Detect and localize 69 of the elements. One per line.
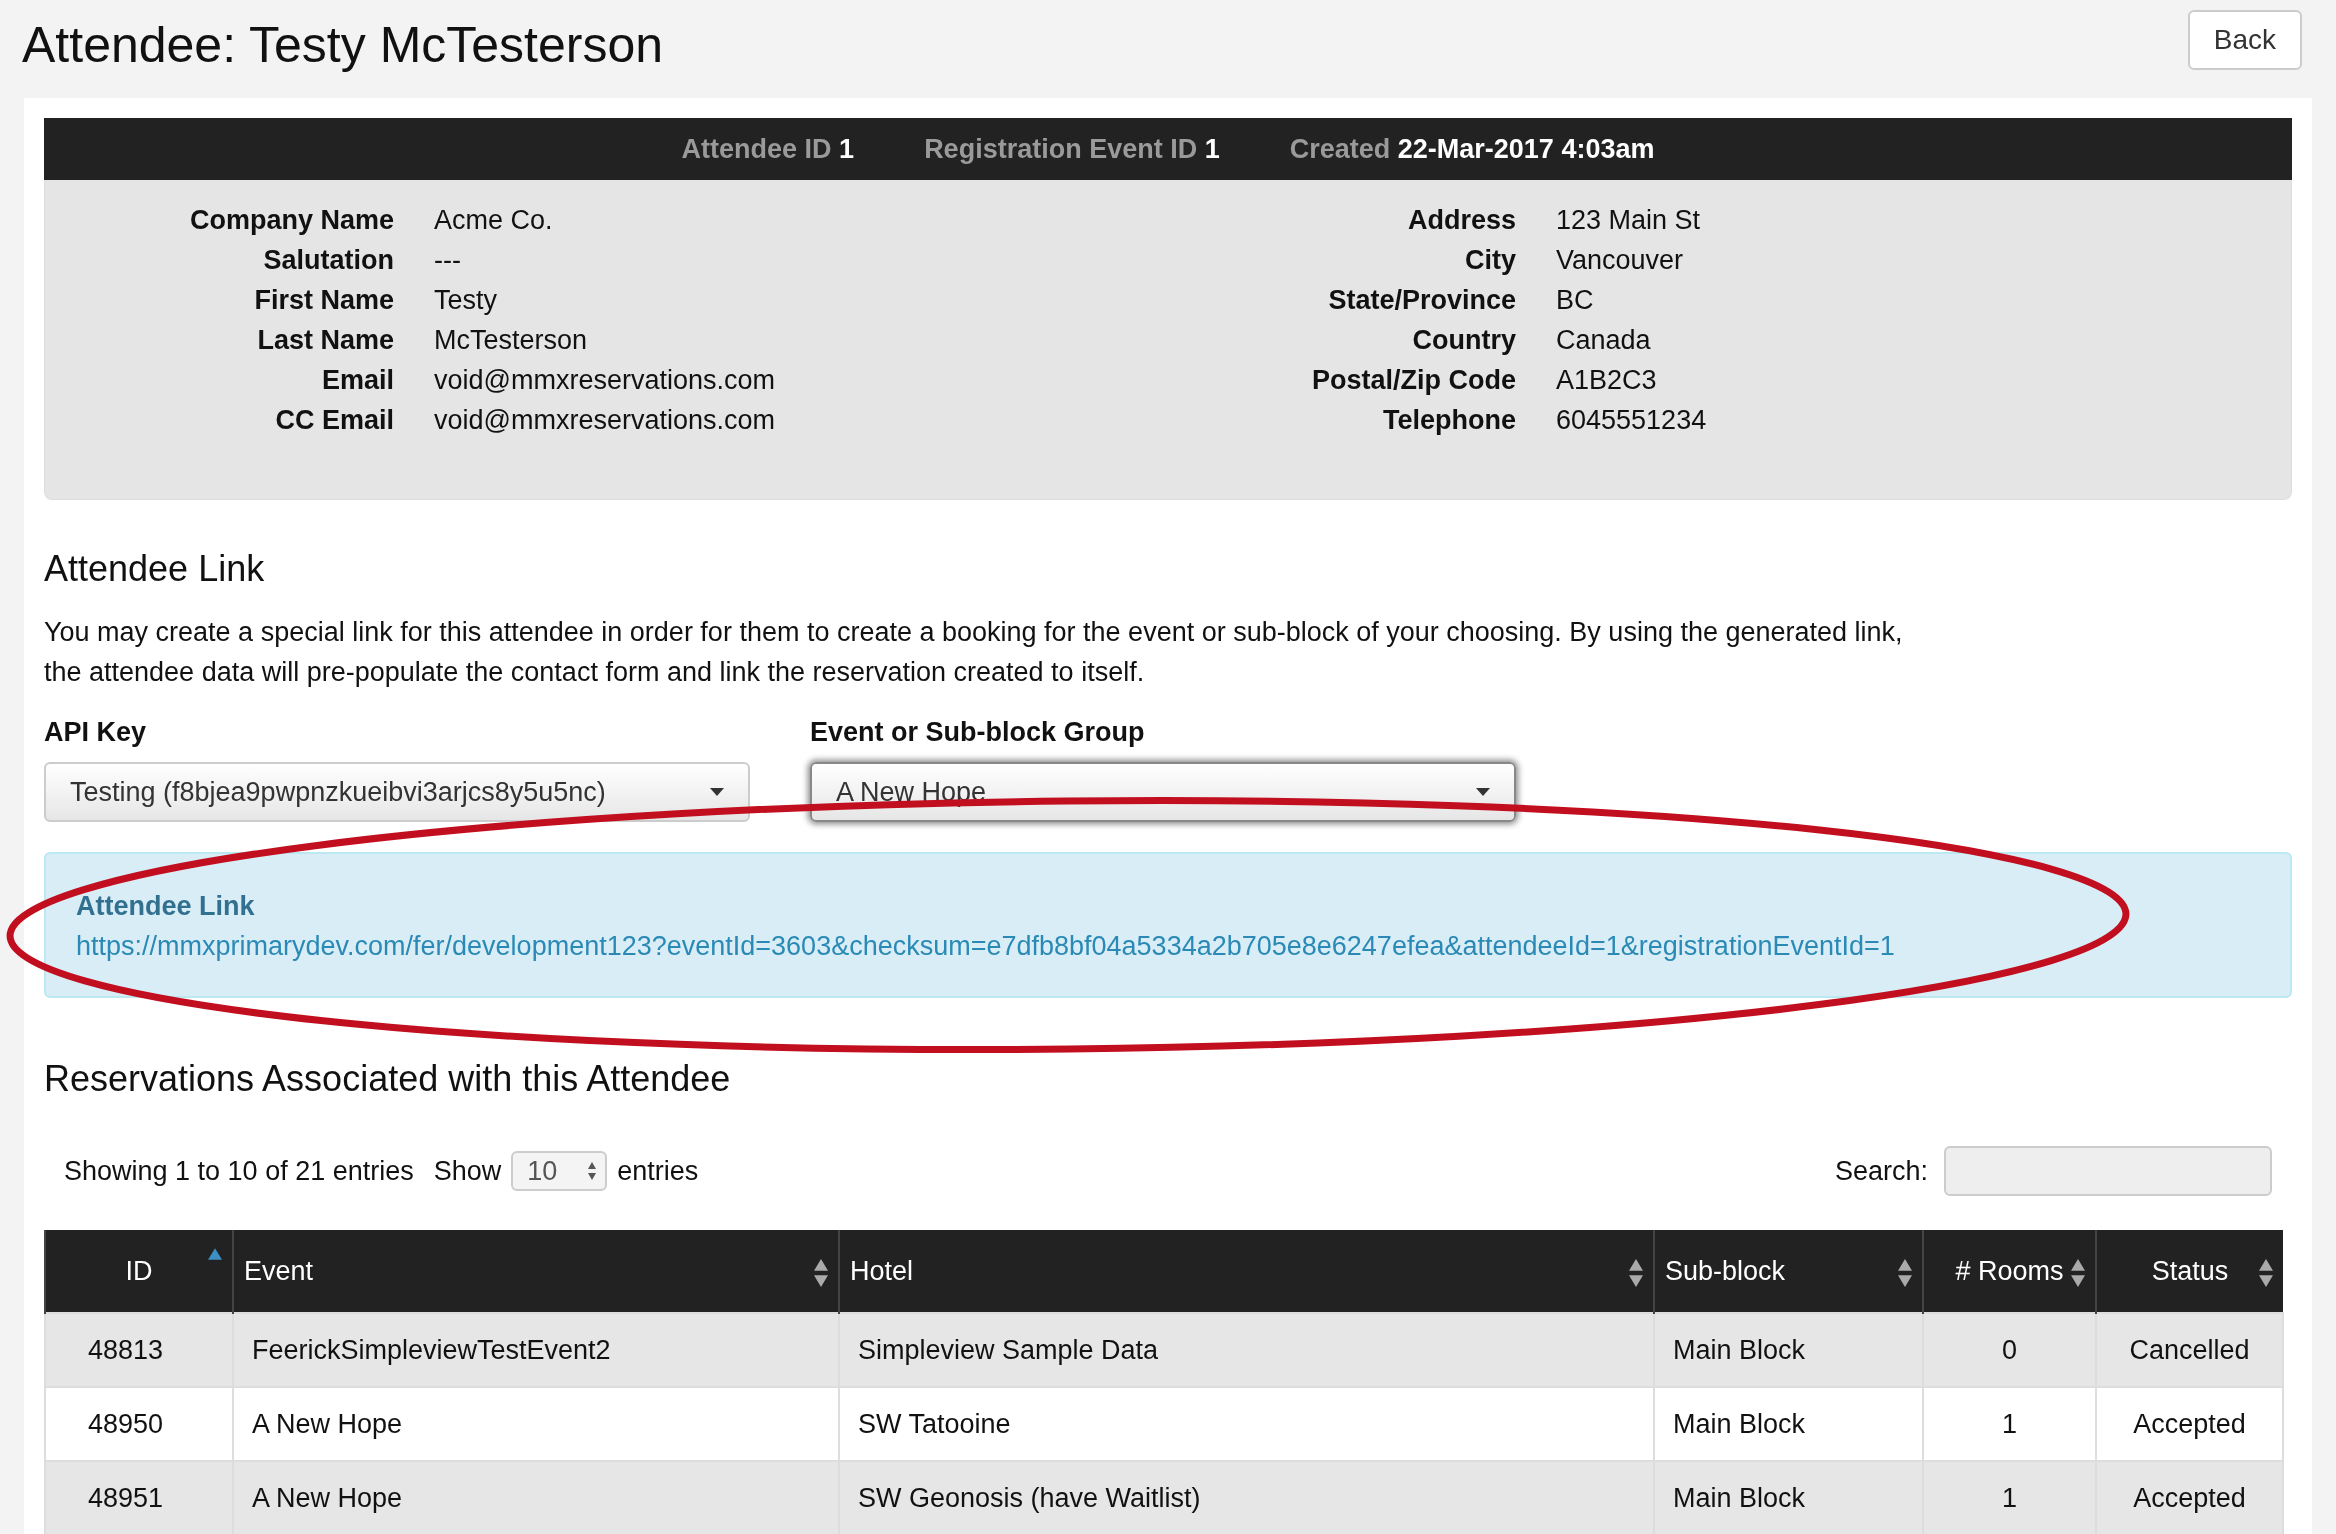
field-value: void@mmxreservations.com (434, 364, 776, 397)
table-cell: 1 (1923, 1387, 2096, 1461)
field-label: Postal/Zip Code (1310, 364, 1516, 397)
field-label: CC Email (274, 404, 394, 437)
select-label: Event or Sub-block Group (810, 716, 1146, 749)
description-text: You may create a special link for this attendee in order for them to create a booking for the event or sub-block of your choosing. By using the generated link, the attendee data will pre-populate the contact form and link the reservation created to itself. (44, 616, 1904, 689)
table-cell: 48951 (45, 1461, 233, 1534)
table-cell: 0 (1923, 1313, 2096, 1387)
spinner-icon (587, 1161, 598, 1181)
table-cell: 48813 (45, 1313, 233, 1387)
table-cell: Cancelled (2096, 1313, 2283, 1387)
column-header[interactable]: Status (2096, 1230, 2283, 1313)
table-cell: Main Block (1654, 1313, 1923, 1387)
table-cell: 1 (1923, 1461, 2096, 1534)
alert-title: Attendee Link (76, 890, 255, 923)
summary-item: Registration Event ID 1 (924, 133, 1220, 165)
field-value: Vancouver (1556, 244, 1685, 277)
summary-item: Attendee ID 1 (681, 133, 855, 165)
entries-info: Showing 1 to 10 of 21 entries (64, 1155, 414, 1187)
dropdown-select[interactable]: Testing (f8bjea9pwpnzkueibvi3arjcs8y5u5nc) (44, 762, 750, 822)
column-header[interactable]: Event (233, 1230, 839, 1313)
table-cell: Accepted (2096, 1387, 2283, 1461)
section-heading: Attendee Link (44, 547, 266, 591)
table-cell: Simpleview Sample Data (839, 1313, 1654, 1387)
field-label: Salutation (262, 244, 394, 277)
caret-icon (710, 788, 724, 796)
field-value: 123 Main St (1556, 204, 1702, 237)
field-label: Email (320, 364, 394, 397)
column-header[interactable]: Sub-block (1654, 1230, 1923, 1313)
show-label: Show (433, 1155, 502, 1187)
page-size-select[interactable]: 10 (511, 1151, 608, 1191)
column-header[interactable]: ID (45, 1230, 233, 1313)
section-heading: Reservations Associated with this Attendee (44, 1057, 732, 1101)
field-label: Country (1411, 324, 1516, 357)
field-label: Telephone (1382, 404, 1516, 437)
field-value: BC (1556, 284, 1595, 317)
table-cell: Main Block (1654, 1387, 1923, 1461)
field-value: Testy (434, 284, 499, 317)
table-cell: A New Hope (233, 1461, 839, 1534)
field-value: Acme Co. (434, 204, 554, 237)
field-label: State/Province (1327, 284, 1516, 317)
field-value: Canada (1556, 324, 1652, 357)
back-button[interactable]: Back (2187, 10, 2302, 70)
select-label: API Key (44, 716, 148, 749)
table-cell: FeerickSimpleviewTestEvent2 (233, 1313, 839, 1387)
column-header[interactable]: Hotel (839, 1230, 1654, 1313)
table-cell: SW Tatooine (839, 1387, 1654, 1461)
summary-item: Created 22-Mar-2017 4:03am (1289, 133, 1655, 165)
column-header[interactable]: # Rooms (1923, 1230, 2096, 1313)
field-value: void@mmxreservations.com (434, 404, 776, 437)
field-value: 6045551234 (1556, 404, 1708, 437)
search-field[interactable] (1944, 1146, 2272, 1196)
table-cell: 48950 (45, 1387, 233, 1461)
page-title: Attendee: Testy McTesterson (22, 16, 664, 75)
table-cell: SW Geonosis (have Waitlist) (839, 1461, 1654, 1534)
field-label: Last Name (256, 324, 394, 357)
field-label: Company Name (188, 204, 394, 237)
field-value: A1B2C3 (1556, 364, 1658, 397)
table-cell: Accepted (2096, 1461, 2283, 1534)
field-label: First Name (253, 284, 394, 317)
entries-label: entries (617, 1155, 699, 1187)
field-label: Address (1406, 204, 1516, 237)
table-cell: Main Block (1654, 1461, 1923, 1534)
caret-icon (1476, 788, 1490, 796)
field-value: --- (434, 244, 462, 277)
field-value: McTesterson (434, 324, 589, 357)
table-cell: A New Hope (233, 1387, 839, 1461)
search-label: Search: (1834, 1155, 1928, 1187)
field-label: City (1464, 244, 1516, 277)
